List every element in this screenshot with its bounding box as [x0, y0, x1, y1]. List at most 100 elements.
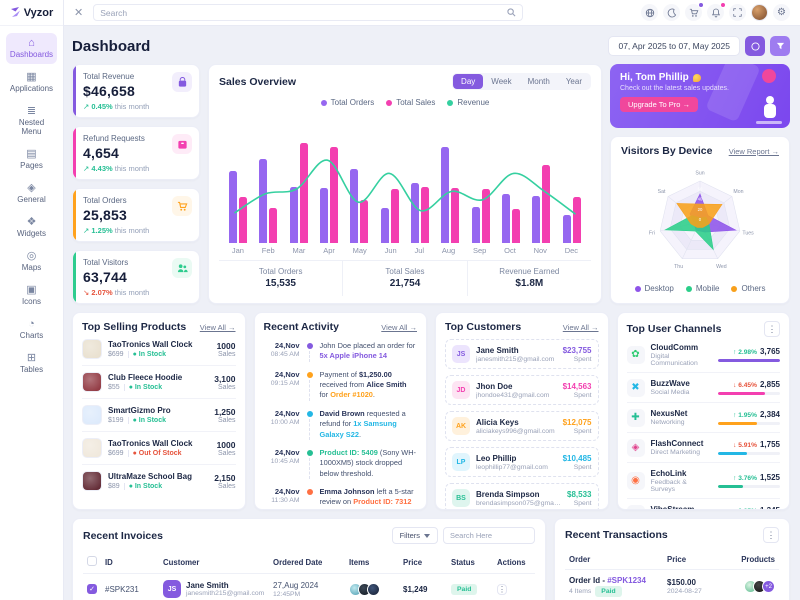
more-options-icon[interactable]: ⋮ — [764, 321, 780, 337]
tab-year[interactable]: Year — [558, 74, 590, 89]
channel-row[interactable]: ✿ CloudComm Digital Communication ↑ 2.98… — [627, 337, 781, 373]
transaction-date: 2024-08-27 — [667, 588, 723, 595]
col-price[interactable]: Price — [399, 551, 447, 574]
sidebar-item-dashboards[interactable]: ⌂Dashboards — [6, 33, 57, 64]
globe-icon[interactable] — [641, 4, 658, 21]
sidebar-item-tables[interactable]: ⊞Tables — [6, 348, 57, 379]
topbar: ✕ ⚙ — [64, 0, 800, 26]
search-input[interactable] — [100, 8, 507, 18]
moon-icon[interactable] — [663, 4, 680, 21]
col-id[interactable]: ID — [101, 551, 159, 574]
product-row[interactable]: SmartGizmo Pro $199● In Stock 1,250Sales — [82, 399, 236, 432]
clock-button[interactable] — [745, 36, 765, 56]
top-channels-title: Top User Channels — [627, 323, 722, 335]
col-products: Products — [727, 550, 779, 570]
close-icon[interactable]: ✕ — [74, 6, 83, 19]
col-ordered-date[interactable]: Ordered Date — [269, 551, 345, 574]
summary-value: $1.8M — [468, 278, 591, 289]
summary-label: Total Orders — [219, 267, 342, 276]
customer-avatar: LP — [452, 453, 470, 471]
tab-week[interactable]: Week — [483, 74, 519, 89]
cart-icon[interactable] — [685, 4, 702, 21]
user-avatar[interactable] — [751, 4, 768, 21]
col-status[interactable]: Status — [447, 551, 493, 574]
view-all-link[interactable]: View All → — [200, 323, 236, 332]
activity-item: 24,Nov08:45 AM John Doe placed an order … — [264, 337, 418, 366]
upgrade-button[interactable]: Upgrade To Pro → — [620, 97, 698, 112]
channel-progress — [718, 485, 743, 488]
more-options-icon[interactable]: ⋮ — [763, 527, 779, 543]
channel-row[interactable]: ◈ FlashConnect Direct Marketing ↓ 5.91%1… — [627, 433, 781, 463]
view-all-link[interactable]: View All → — [563, 323, 599, 332]
channel-row[interactable]: ✖ BuzzWave Social Media ↓ 6.45%2,855 — [627, 373, 781, 403]
customer-row[interactable]: LP Leo Phillip leophillip77@gmail.com $1… — [445, 447, 599, 477]
product-row[interactable]: Club Fleece Hoodie $55● In Stock 3,100Sa… — [82, 366, 236, 399]
sidebar-item-charts[interactable]: ◔Charts — [6, 314, 57, 345]
product-row[interactable]: TaoTronics Wall Clock $699● Out Of Stock… — [82, 432, 236, 465]
product-name: TaoTronics Wall Clock — [108, 439, 211, 448]
cart-badge — [698, 2, 704, 8]
product-row[interactable]: UltraMaze School Bag $89● In Stock 2,150… — [82, 465, 236, 497]
channel-row[interactable]: ◉ EchoLink Feedback & Surveys ↑ 3.76%1,5… — [627, 463, 781, 499]
transaction-row[interactable]: Order Id - #SPK1234 4 ItemsPaid $150.002… — [565, 570, 779, 600]
item-thumbnails — [349, 583, 395, 596]
filter-button[interactable] — [770, 36, 790, 56]
channel-value: 2,855 — [760, 380, 780, 389]
gear-icon[interactable]: ⚙ — [773, 4, 790, 21]
order-id: #SPK1234 — [607, 576, 646, 585]
brand-logo[interactable]: Vyzor — [0, 0, 63, 26]
col-items[interactable]: Items — [345, 551, 399, 574]
customer-row[interactable]: JS Jane Smith janesmith215@gmail.com $23… — [445, 339, 599, 369]
sidebar: Vyzor ⌂Dashboards▦Applications≣Nested Me… — [0, 0, 64, 600]
tab-day[interactable]: Day — [453, 74, 483, 89]
svg-text:Wed: Wed — [716, 264, 727, 270]
channel-value: 3,765 — [760, 347, 780, 356]
product-row[interactable]: TaoTronics Wall Clock $699● In Stock 100… — [82, 333, 236, 366]
row-actions-icon[interactable]: ⋮ — [497, 584, 507, 595]
customer-row[interactable]: BS Brenda Simpson brendasimpson075@gmail… — [445, 483, 599, 510]
fullscreen-icon[interactable] — [729, 4, 746, 21]
tab-month[interactable]: Month — [520, 74, 558, 89]
customer-spent: $23,755 — [563, 346, 592, 355]
select-all-checkbox[interactable] — [87, 556, 97, 566]
sidebar-item-applications[interactable]: ▦Applications — [6, 67, 57, 98]
visitors-title: Visitors By Device — [621, 145, 712, 157]
row-checkbox[interactable]: ✓ — [87, 584, 97, 594]
customer-row[interactable]: JD Jhon Doe jhondoe431@gmail.com $14,563… — [445, 375, 599, 405]
channel-name: FlashConnect — [651, 439, 713, 448]
product-name: Club Fleece Hoodie — [108, 373, 208, 382]
channel-row[interactable]: ▲ VibeStream Content Distribution ↑ 0.95… — [627, 499, 781, 510]
date-range-picker[interactable]: 07, Apr 2025 to 07, May 2025 — [608, 36, 740, 56]
sidebar-item-maps[interactable]: ◎Maps — [6, 246, 57, 277]
channel-name: EchoLink — [651, 469, 713, 478]
customer-row[interactable]: AK Alicia Keys aliciakeys996@gmail.com $… — [445, 411, 599, 441]
stat-card-total-orders: Total Orders25,853↗ 1.25% this month — [72, 188, 200, 242]
activity-dot — [307, 372, 313, 378]
customer-avatar: JD — [452, 381, 470, 399]
sidebar-item-nested-menu[interactable]: ≣Nested Menu — [6, 101, 57, 141]
bar-total-sales — [421, 187, 429, 243]
channel-row[interactable]: ✚ NexusNet Networking ↑ 1.95%2,384 — [627, 403, 781, 433]
sidebar-item-widgets[interactable]: ❖Widgets — [6, 212, 57, 243]
bell-icon[interactable] — [707, 4, 724, 21]
col-actions[interactable]: Actions — [493, 551, 535, 574]
filters-button[interactable]: Filters — [392, 527, 438, 544]
stat-change: ↘ 2.07% this month — [83, 288, 191, 297]
col-customer[interactable]: Customer — [159, 551, 269, 574]
month-label: Oct — [504, 246, 516, 255]
bar-total-orders — [229, 171, 237, 243]
invoice-row[interactable]: ✓ #SPK231 JS Jane Smith janesmith215@gma… — [83, 574, 535, 600]
product-name: UltraMaze School Bag — [108, 472, 208, 481]
sidebar-item-icons[interactable]: ▣Icons — [6, 280, 57, 311]
channel-icon: ◈ — [627, 439, 645, 457]
view-all-link[interactable]: View All → — [381, 323, 417, 332]
device-radar-chart: SunMonTuesWedThuFriSat6040200 — [621, 160, 779, 282]
sidebar-item-pages[interactable]: ▤Pages — [6, 144, 57, 175]
invoice-search-input[interactable] — [443, 527, 535, 544]
bar-total-sales — [451, 188, 459, 243]
legend-item: Others — [731, 284, 765, 293]
view-report-link[interactable]: View Report → — [729, 147, 779, 156]
channel-change: ↑ 1.95% — [733, 412, 757, 419]
sidebar-item-general[interactable]: ◈General — [6, 178, 57, 209]
bar-total-orders — [411, 183, 419, 243]
